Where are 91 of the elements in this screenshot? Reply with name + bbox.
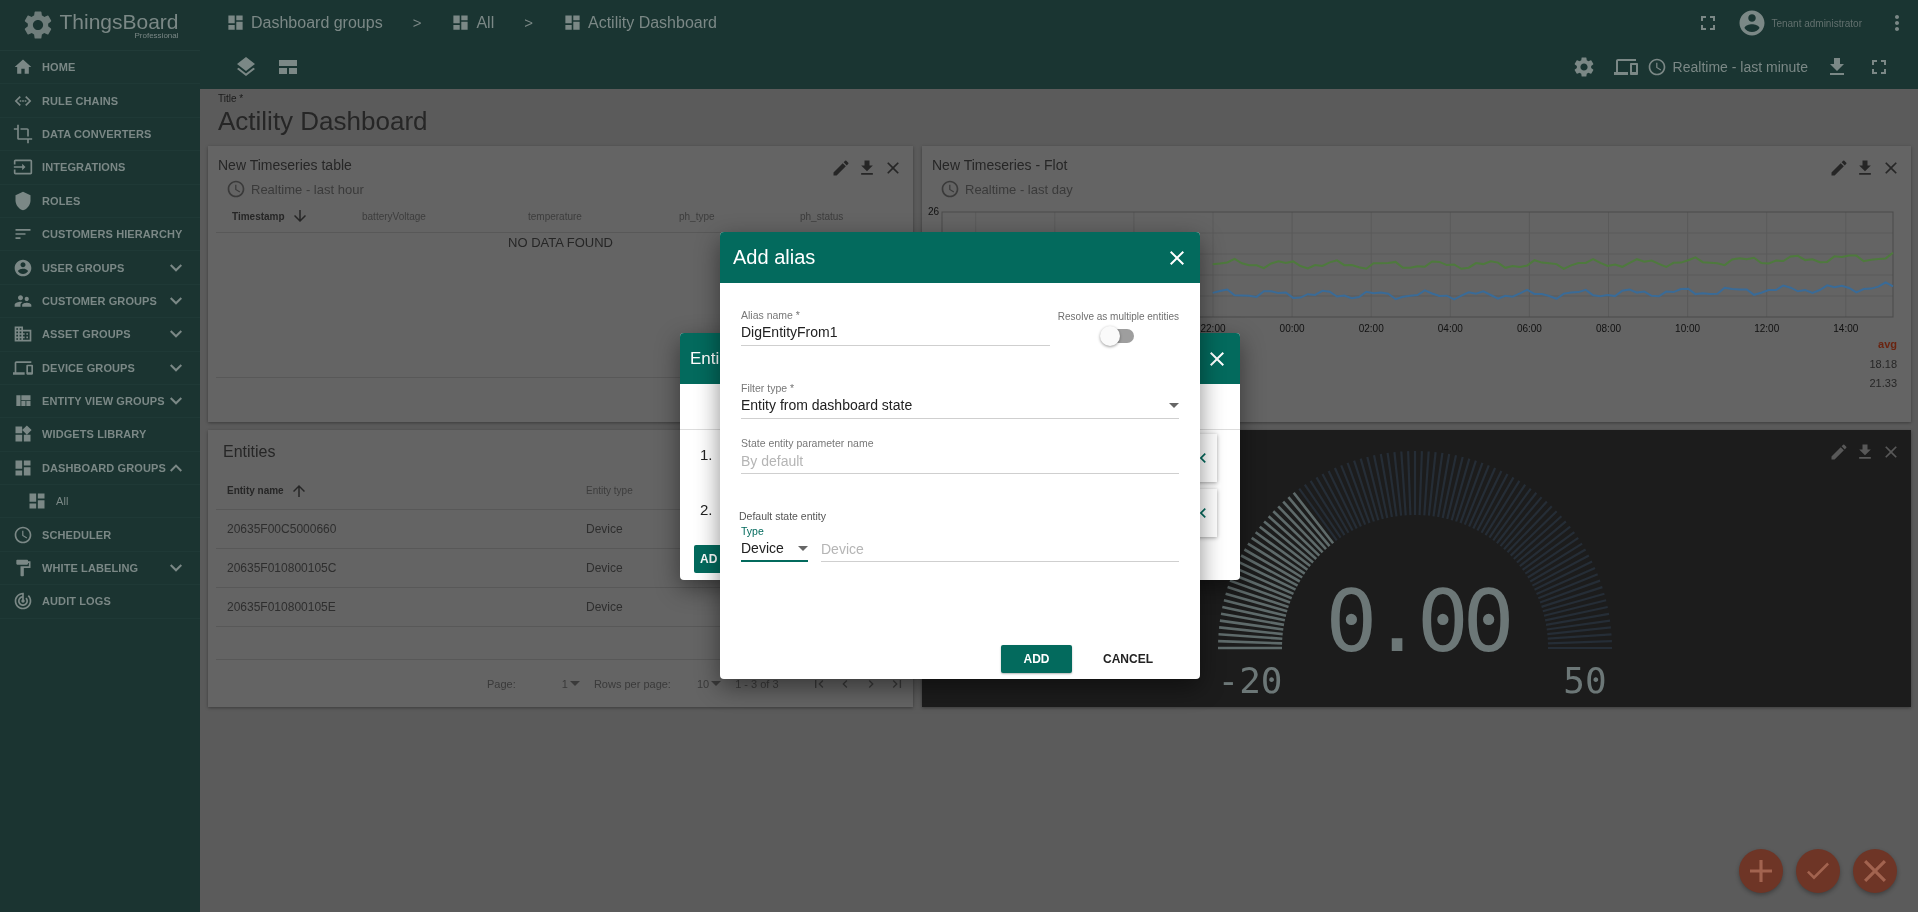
caret-icon	[711, 681, 722, 686]
clock-icon	[226, 179, 246, 199]
cancel-button[interactable]	[1853, 849, 1897, 893]
add-button[interactable]: ADD	[1001, 645, 1072, 673]
axis-tick-label: 08:00	[1596, 323, 1621, 334]
gauge-value: 0.00	[1325, 571, 1509, 671]
widget-title: Entities	[223, 443, 276, 462]
section-label: Default state entity	[739, 510, 826, 522]
sidebar-item[interactable]: DEVICE GROUPS	[0, 351, 200, 385]
sidebar-item[interactable]: CUSTOMERS HIERARCHY	[0, 217, 200, 252]
sidebar-item[interactable]: CUSTOMER GROUPS	[0, 284, 200, 319]
widgets-icon	[13, 424, 33, 445]
check-icon	[1807, 860, 1829, 882]
sidebar-item[interactable]: HOME	[0, 51, 200, 85]
caret-icon	[798, 546, 808, 551]
close-icon	[1864, 860, 1886, 882]
sidebar-item[interactable]: USER GROUPS	[0, 251, 200, 285]
sidebar-item[interactable]: SCHEDULER	[0, 518, 200, 552]
gauge-max-label: 50	[1563, 660, 1607, 701]
empty-message: NO DATA FOUND	[508, 235, 613, 250]
account-icon	[13, 257, 33, 278]
sidebar-item[interactable]: WHITE LABELING	[0, 551, 200, 586]
add-button[interactable]	[1739, 849, 1783, 893]
axis-tick-label: 04:00	[1437, 323, 1463, 334]
state-parameter-input[interactable]: By default	[741, 450, 1179, 471]
legend-value: 21.33	[1869, 377, 1897, 389]
column-header[interactable]: Timestamp	[232, 207, 309, 225]
crop-icon	[13, 123, 33, 144]
clock-icon	[13, 524, 33, 545]
caret-icon	[1169, 403, 1179, 408]
sidebar-item[interactable]: DATA CONVERTERS	[0, 117, 200, 152]
axis-tick-label: 12:00	[1754, 323, 1780, 334]
sidebar-item[interactable]: WIDGETS LIBRARY	[0, 418, 200, 452]
axis-tick-label: 00:00	[1279, 323, 1305, 334]
toggle-label: Resolve as multiple entities	[1057, 311, 1179, 322]
breadcrumb[interactable]: All	[451, 13, 495, 32]
building-icon	[13, 324, 33, 345]
edit-icon[interactable]	[1829, 442, 1849, 462]
dashboard-icon	[27, 491, 47, 512]
sidebar-item[interactable]: AUDIT LOGS	[0, 585, 200, 619]
axis-tick-label: 22:00	[1200, 323, 1226, 334]
breadcrumb[interactable]: Actility Dashboard	[562, 13, 717, 32]
apply-button[interactable]	[1796, 849, 1840, 893]
entity-input[interactable]: Device	[821, 538, 1179, 559]
logo-edition: Professional	[134, 31, 179, 40]
dialog-title: Enti	[690, 348, 720, 369]
cancel-button[interactable]: CANCEL	[1081, 645, 1175, 673]
column-header[interactable]: Entity name	[227, 481, 308, 500]
dashboard-icon	[226, 13, 245, 32]
sidebar-item[interactable]: All	[0, 485, 200, 519]
clock-icon	[1646, 57, 1667, 77]
shield-icon	[13, 190, 33, 211]
logo-name: ThingsBoard	[59, 10, 179, 32]
alias-name-field[interactable]: Alias name * DigEntityFrom1	[741, 309, 1050, 346]
edit-icon[interactable]	[831, 158, 851, 178]
filter-type-select[interactable]: Filter type * Entity from dashboard state	[741, 382, 1179, 419]
sidebar-item[interactable]: ASSET GROUPS	[0, 318, 200, 352]
type-select[interactable]: Type Device	[741, 525, 808, 562]
target-icon	[13, 591, 33, 612]
sidebar-item[interactable]: DASHBOARD GROUPS	[0, 451, 200, 486]
breadcrumb-separator: >	[412, 14, 422, 31]
timewindow-button[interactable]: Realtime - last minute	[1646, 57, 1808, 77]
legend-value: 18.18	[1869, 358, 1897, 370]
sidebar-item[interactable]: RULE CHAINS	[0, 84, 200, 118]
breadcrumb-separator: >	[524, 14, 533, 31]
sidebar-item[interactable]: ROLES	[0, 184, 200, 218]
field-label: State entity parameter name	[741, 437, 874, 450]
axis-tick-label: 10:00	[1675, 323, 1701, 334]
breadcrumb[interactable]: Dashboard groups	[226, 13, 383, 32]
axis-tick-label: 02:00	[1358, 323, 1384, 334]
caret-icon	[569, 681, 580, 686]
legend-header: avg	[1878, 338, 1897, 350]
clock-icon	[940, 179, 960, 199]
sidebar-item[interactable]: ENTITY VIEW GROUPS	[0, 384, 200, 419]
widget-title: New Timeseries table	[218, 157, 352, 173]
paint-roller-icon	[13, 558, 33, 579]
sidebar-item[interactable]: INTEGRATIONS	[0, 151, 200, 185]
axis-tick-label: 06:00	[1516, 323, 1542, 334]
dialog-title: Add alias	[733, 246, 816, 269]
row-index: 1.	[700, 446, 713, 463]
row-index: 2.	[700, 501, 713, 518]
title-label: Title *	[218, 93, 244, 104]
dashboard-icon	[562, 13, 582, 32]
axis-tick-label: 26	[928, 206, 940, 217]
plus-icon	[1750, 860, 1772, 882]
axis-tick-label: 14:00	[1833, 323, 1859, 334]
gauge-min-label: -20	[1217, 660, 1283, 701]
edit-icon[interactable]	[1829, 158, 1849, 178]
widget-title: New Timeseries - Flot	[932, 157, 1068, 173]
dashboard-icon	[451, 13, 471, 32]
user-role: Tenant administrator	[1771, 17, 1862, 29]
